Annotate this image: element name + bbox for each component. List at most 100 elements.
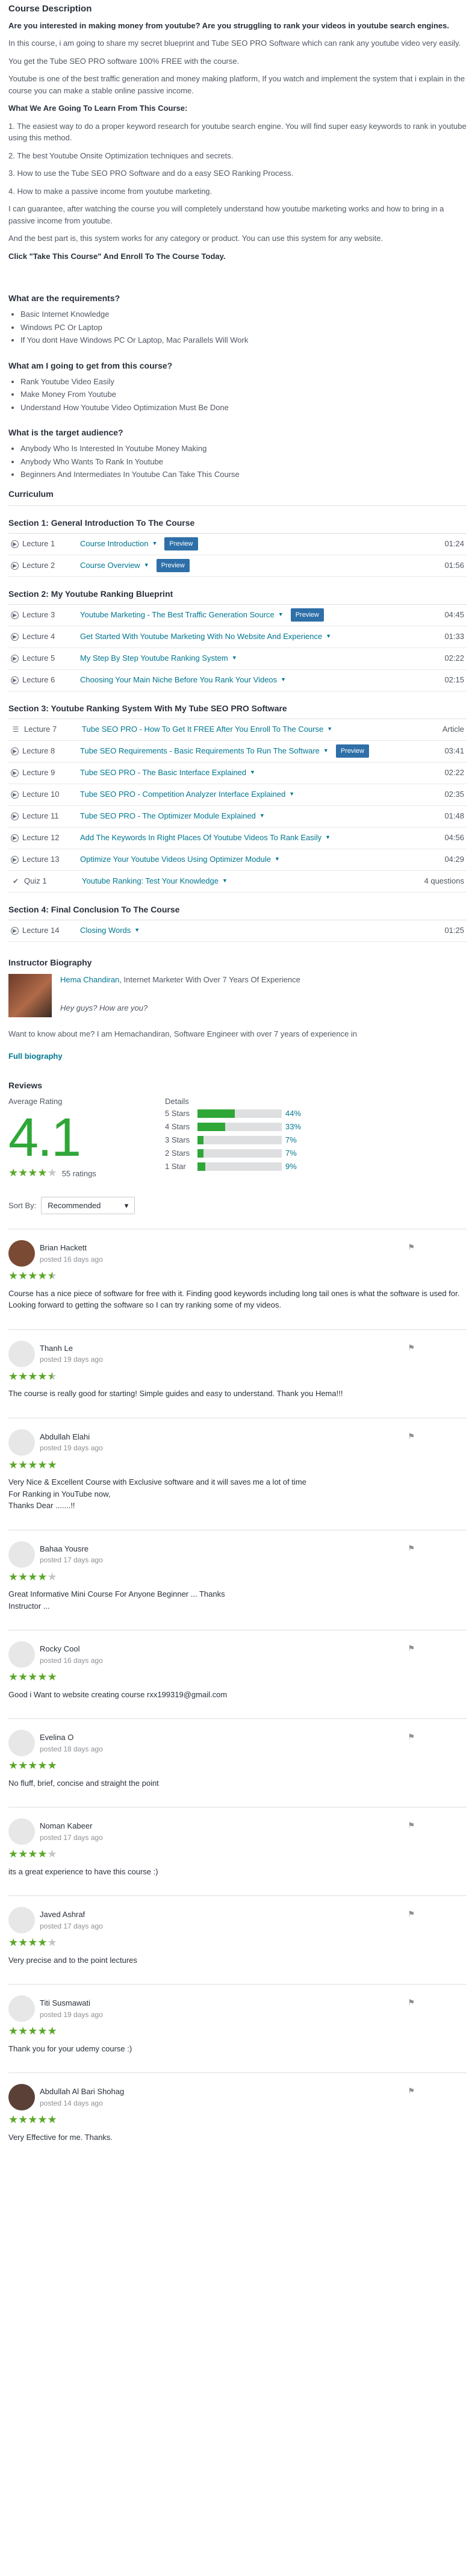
rating-bar-track	[197, 1162, 282, 1171]
lecture-row[interactable]: ▶ Lecture 1 Course Introduction ▼ Preview 01:…	[8, 534, 467, 555]
rating-bar-percent[interactable]: 7%	[285, 1134, 297, 1146]
lecture-row[interactable]: ▶ Lecture 3 Youtube Marketing - The Best T…	[8, 605, 467, 626]
lecture-row[interactable]: ▶ Lecture 4 Get Started With Youtube Marke…	[8, 626, 467, 648]
flag-icon[interactable]: ⚑	[408, 1542, 415, 1555]
lecture-row[interactable]: ▶ Lecture 9 Tube SEO PRO - The Basic Inter…	[8, 763, 467, 784]
review-item: Brian Hackett posted 16 days ago ★★★★★ Cour…	[8, 1229, 467, 1329]
lecture-title: Course Overview	[80, 561, 140, 570]
review-meta: Abdullah Elahi posted 19 days ago	[40, 1431, 103, 1454]
preview-button[interactable]: Preview	[164, 537, 198, 551]
flag-icon[interactable]: ⚑	[408, 1820, 415, 1832]
chevron-down-icon[interactable]: ▼	[281, 676, 286, 684]
rating-bar-row[interactable]: 3 Stars 7%	[165, 1134, 467, 1147]
review-stars: ★★★★★	[8, 2026, 467, 2038]
review-meta: Titi Susmawati posted 19 days ago	[40, 1997, 103, 2020]
lecture-title-link[interactable]: Get Started With Youtube Marketing With …	[80, 631, 410, 643]
review-header: Javed Ashraf posted 17 days ago	[8, 1907, 467, 1933]
chevron-down-icon[interactable]: ▼	[326, 632, 331, 641]
full-biography-link[interactable]: Full biography	[8, 1050, 467, 1062]
lecture-row[interactable]: ▶ Lecture 2 Course Overview ▼ Preview 01:56	[8, 555, 467, 577]
chevron-down-icon[interactable]: ▼	[289, 790, 294, 799]
description-lead: Are you interested in making money from …	[8, 20, 449, 30]
rating-bar-row[interactable]: 2 Stars 7%	[165, 1147, 467, 1160]
lecture-title-link[interactable]: Tube SEO Requirements - Basic Requiremen…	[80, 744, 410, 758]
flag-icon[interactable]: ⚑	[408, 1908, 415, 1920]
lecture-number: Lecture 7	[24, 725, 57, 734]
star-icon: ★	[8, 1671, 19, 1683]
lecture-title-link[interactable]: Add The Keywords In Right Places Of Yout…	[80, 832, 410, 844]
rating-bar-row[interactable]: 5 Stars 44%	[165, 1107, 467, 1120]
lecture-title-link[interactable]: Youtube Ranking: Test Your Knowledge ▼	[82, 875, 410, 887]
flag-icon[interactable]: ⚑	[408, 1642, 415, 1654]
review-text: Great Informative Mini Course For Anyone…	[8, 1589, 225, 1611]
lecture-row[interactable]: ▶ Lecture 6 Choosing Your Main Niche Befor…	[8, 670, 467, 691]
review-stars: ★★★★★	[8, 1671, 467, 1684]
lecture-title-link[interactable]: Choosing Your Main Niche Before You Rank…	[80, 674, 410, 686]
lecture-title-link[interactable]: Course Introduction ▼ Preview	[80, 537, 410, 551]
chevron-down-icon[interactable]: ▼	[250, 769, 255, 777]
chevron-down-icon[interactable]: ▼	[232, 654, 237, 663]
avatar	[8, 1907, 35, 1933]
flag-icon[interactable]: ⚑	[408, 1430, 415, 1442]
rating-bar-percent[interactable]: 7%	[285, 1147, 297, 1159]
chevron-down-icon[interactable]: ▼	[278, 611, 284, 619]
chevron-down-icon[interactable]: ▼	[325, 834, 331, 842]
lecture-title-link[interactable]: Tube SEO PRO - The Optimizer Module Expl…	[80, 810, 410, 822]
rating-bar-row[interactable]: 4 Stars 33%	[165, 1120, 467, 1134]
preview-button[interactable]: Preview	[156, 558, 190, 573]
instructor-name-link[interactable]: Hema Chandiran	[60, 975, 119, 984]
play-circle-icon: ▶	[11, 654, 19, 663]
lecture-row[interactable]: ▶ Lecture 10 Tube SEO PRO - Competition An…	[8, 784, 467, 806]
preview-button[interactable]: Preview	[335, 744, 369, 758]
lecture-duration: Article	[442, 725, 464, 734]
chevron-down-icon[interactable]: ▼	[222, 877, 228, 885]
lecture-title-link[interactable]: Optimize Your Youtube Videos Using Optim…	[80, 853, 410, 865]
rating-bar-percent[interactable]: 33%	[285, 1121, 301, 1133]
lecture-row[interactable]: ▶ Lecture 13 Optimize Your Youtube Videos …	[8, 849, 467, 871]
lecture-number: Lecture 8	[22, 746, 55, 756]
lecture-row[interactable]: ▶ Lecture 5 My Step By Step Youtube Rankin…	[8, 648, 467, 670]
chevron-down-icon[interactable]: ▼	[259, 812, 265, 820]
chevron-down-icon[interactable]: ▼	[144, 561, 149, 570]
instructor-avatar[interactable]	[8, 973, 52, 1017]
chevron-down-icon[interactable]: ▼	[323, 747, 329, 755]
lecture-title-link[interactable]: Course Overview ▼ Preview	[80, 558, 410, 573]
star-icon: ★	[18, 1167, 28, 1179]
flag-icon[interactable]: ⚑	[408, 1731, 415, 1743]
rating-bar-fill	[197, 1162, 205, 1171]
lecture-row[interactable]: ✔ Quiz 1 Youtube Ranking: Test Your Knowle…	[8, 871, 467, 893]
lecture-title-link[interactable]: Tube SEO PRO - Competition Analyzer Inte…	[80, 788, 410, 800]
star-icon: ★	[37, 1936, 48, 1948]
lecture-title-link[interactable]: Tube SEO PRO - How To Get It FREE After …	[82, 723, 410, 735]
chevron-down-icon[interactable]: ▼	[327, 725, 332, 734]
review-header: Evelina O posted 18 days ago	[8, 1730, 467, 1756]
lecture-title-link[interactable]: Youtube Marketing - The Best Traffic Gen…	[80, 608, 410, 622]
flag-icon[interactable]: ⚑	[408, 1342, 415, 1354]
flag-icon[interactable]: ⚑	[408, 1241, 415, 1253]
lecture-number: Lecture 3	[22, 610, 55, 620]
rating-bar-row[interactable]: 1 Star 9%	[165, 1160, 467, 1173]
review-text: Course has a nice piece of software for …	[8, 1288, 460, 1310]
rating-bar-percent[interactable]: 9%	[285, 1161, 297, 1173]
rating-bar-percent[interactable]: 44%	[285, 1108, 301, 1120]
reviewer-name: Evelina O	[40, 1733, 74, 1742]
lecture-row[interactable]: ▶ Lecture 14 Closing Words ▼ 01:25	[8, 920, 467, 942]
section-title: Section 1: General Introduction To The C…	[8, 517, 467, 534]
chevron-down-icon[interactable]: ▼	[275, 855, 280, 864]
lecture-row[interactable]: ▶ Lecture 8 Tube SEO Requirements - Basic …	[8, 741, 467, 763]
flag-icon[interactable]: ⚑	[408, 2085, 415, 2097]
lecture-title-link[interactable]: Tube SEO PRO - The Basic Interface Expla…	[80, 767, 410, 779]
chevron-down-icon[interactable]: ▼	[152, 540, 157, 548]
lecture-title-link[interactable]: Closing Words ▼	[80, 925, 410, 937]
sort-select[interactable]: Recommended ▾	[41, 1196, 135, 1214]
flag-icon[interactable]: ⚑	[408, 1997, 415, 2009]
list-item: Make Money From Youtube	[20, 388, 467, 401]
lecture-title-link[interactable]: My Step By Step Youtube Ranking System ▼	[80, 652, 410, 664]
preview-button[interactable]: Preview	[290, 608, 324, 622]
chevron-down-icon[interactable]: ▼	[134, 926, 140, 935]
star-icon: ★	[37, 1458, 48, 1471]
lecture-row[interactable]: ☰ Lecture 7 Tube SEO PRO - How To Get It F…	[8, 719, 467, 741]
lecture-duration: 01:48	[444, 811, 464, 821]
lecture-row[interactable]: ▶ Lecture 11 Tube SEO PRO - The Optimizer …	[8, 806, 467, 828]
lecture-row[interactable]: ▶ Lecture 12 Add The Keywords In Right Pla…	[8, 828, 467, 849]
